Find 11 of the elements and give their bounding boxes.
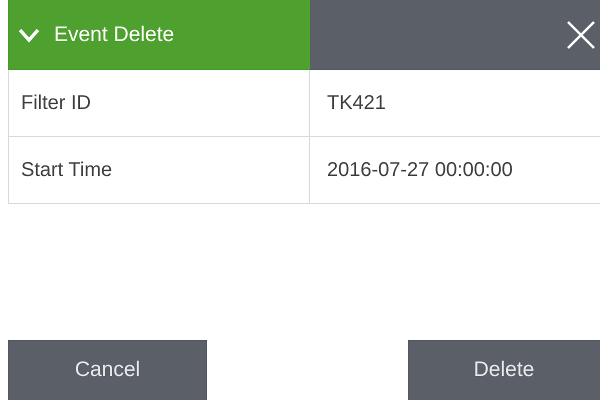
chevron-down-icon [18,27,40,43]
field-value: 2016-07-27 00:00:00 [310,137,600,204]
close-button[interactable] [566,20,596,50]
field-label: Start Time [8,137,310,204]
field-label: Filter ID [8,70,310,137]
field-value: TK421 [310,70,600,137]
window-title: Event Delete [54,23,174,47]
close-icon [566,20,596,50]
collapse-toggle[interactable] [18,27,40,43]
delete-button[interactable]: Delete [408,340,600,400]
cancel-button[interactable]: Cancel [8,340,207,400]
